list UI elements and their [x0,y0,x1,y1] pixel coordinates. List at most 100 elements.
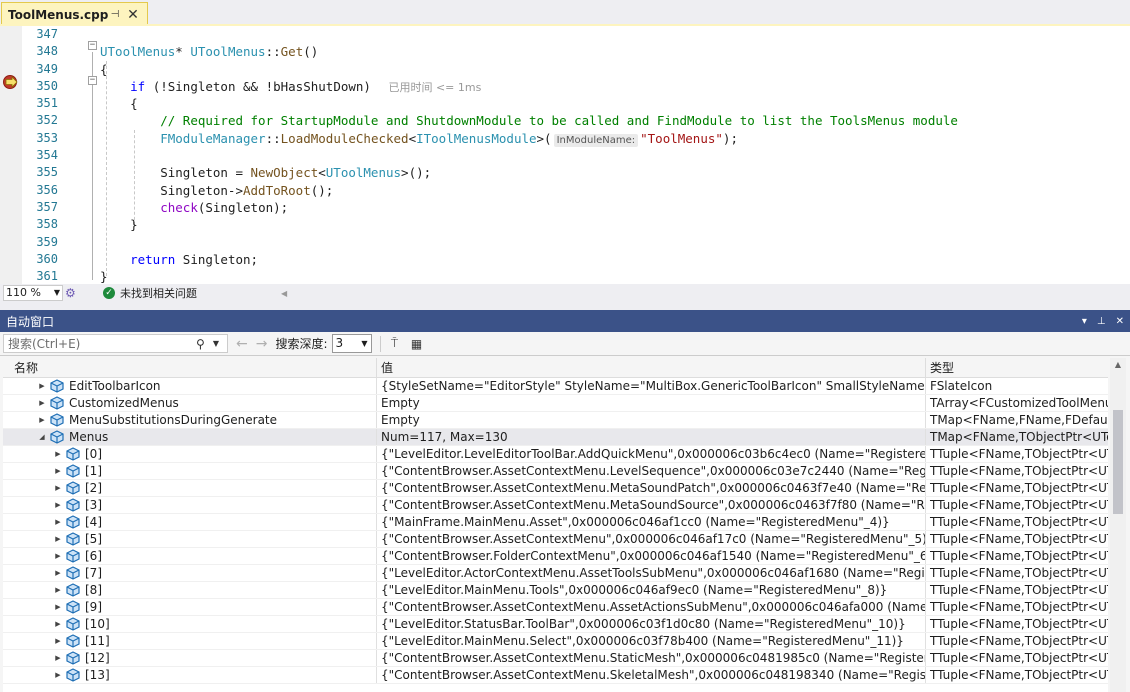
issues-status-text[interactable]: 未找到相关问题 [120,285,197,301]
variable-value[interactable]: {"ContentBrowser.AssetContextMenu.LevelS… [377,463,926,479]
expand-arrow-icon[interactable]: ▶ [53,650,63,666]
object-field-icon [66,532,80,546]
collapse-function-toggle[interactable]: − [88,41,97,50]
expand-arrow-icon[interactable]: ▶ [53,565,63,581]
column-header-name[interactable]: 名称 [3,358,377,378]
table-row[interactable]: ▶ EditToolbarIcon {StyleSetName="EditorSty… [3,378,1108,395]
table-row[interactable]: ◢ Menus Num=117, Max=130 TMap<FName,TObject… [3,429,1108,446]
object-field-icon [66,481,80,495]
line-number: 351 [36,96,58,111]
table-row[interactable]: ▶ [8] {"LevelEditor.MainMenu.Tools",0x0000… [3,582,1108,599]
table-row[interactable]: ▶ MenuSubstitutionsDuringGenerate Empty TMa… [3,412,1108,429]
collapse-if-block-toggle[interactable]: − [88,76,97,85]
expand-arrow-icon[interactable]: ▶ [53,480,63,496]
variable-name: [4] [85,514,102,529]
table-row[interactable]: ▶ [9] {"ContentBrowser.AssetContextMenu.As… [3,599,1108,616]
expand-arrow-icon[interactable]: ▶ [53,548,63,564]
expand-arrow-icon[interactable]: ▶ [53,531,63,547]
outlining-margin: − − [86,26,100,284]
variable-value[interactable]: {"LevelEditor.MainMenu.Tools",0x000006c0… [377,582,926,598]
variable-value[interactable]: {"ContentBrowser.FolderContextMenu",0x00… [377,548,926,564]
code-health-icon[interactable]: ⚙ [65,286,79,300]
expand-arrow-icon[interactable]: ▶ [37,378,47,394]
autos-window-header[interactable]: 自动窗口 ▾ ⊥ ✕ [0,310,1130,332]
line-number: 357 [36,199,58,214]
variable-value[interactable]: Empty [377,395,926,411]
expand-arrow-icon[interactable]: ▶ [53,633,63,649]
variable-value[interactable]: {"ContentBrowser.AssetContextMenu.AssetA… [377,599,926,615]
expand-arrow-icon[interactable]: ▶ [53,497,63,513]
column-header-value[interactable]: 值 [377,358,926,378]
expand-arrow-icon[interactable]: ▶ [53,514,63,530]
table-row[interactable]: ▶ [6] {"ContentBrowser.FolderContextMenu",… [3,548,1108,565]
variable-value[interactable]: {"LevelEditor.ActorContextMenu.AssetTool… [377,565,926,581]
autos-window: 自动窗口 ▾ ⊥ ✕ ⚲ ▼ ← → 搜索深度: 3 ▼ ⍑ ▦ 名称 值 类型… [0,310,1130,692]
table-row[interactable]: ▶ [13] {"ContentBrowser.AssetContextMenu.S… [3,667,1108,684]
variable-value[interactable]: {StyleSetName="EditorStyle" StyleName="M… [377,378,926,394]
table-row[interactable]: ▶ [0] {"LevelEditor.LevelEditorToolBar.Add… [3,446,1108,463]
variable-value[interactable]: Num=117, Max=130 [377,429,926,445]
table-row[interactable]: ▶ [2] {"ContentBrowser.AssetContextMenu.Me… [3,480,1108,497]
pin-to-source-icon[interactable]: ⍑ [387,336,403,351]
variable-value[interactable]: {"MainFrame.MainMenu.Asset",0x000006c046… [377,514,926,530]
variable-name: [0] [85,446,102,461]
expand-arrow-icon[interactable]: ▶ [53,616,63,632]
expand-arrow-icon[interactable]: ▶ [37,412,47,428]
expand-arrow-icon[interactable]: ▶ [53,599,63,615]
code-text-area[interactable]: UToolMenus* UToolMenus::Get() { if (!Sin… [100,26,1130,284]
pin-icon[interactable]: ⊣ [106,6,124,24]
variable-value[interactable]: {"ContentBrowser.AssetContextMenu.Skelet… [377,667,926,683]
expand-arrow-icon[interactable]: ▶ [53,667,63,683]
expand-arrow-icon[interactable]: ▶ [37,395,47,411]
expand-arrow-icon[interactable]: ▶ [53,463,63,479]
collapse-arrow-icon[interactable]: ◢ [37,429,47,445]
search-input[interactable] [4,335,196,352]
table-row[interactable]: ▶ [5] {"ContentBrowser.AssetContextMenu",0… [3,531,1108,548]
variable-value[interactable]: {"LevelEditor.MainMenu.Select",0x000006c… [377,633,926,649]
tab-toolmenus-cpp[interactable]: ToolMenus.cpp ⊣ ✕ [1,2,148,26]
search-box[interactable]: ⚲ ▼ [3,334,228,353]
table-row[interactable]: ▶ [4] {"MainFrame.MainMenu.Asset",0x000006… [3,514,1108,531]
view-format-icon[interactable]: ▦ [409,337,425,351]
variable-type: FSlateIcon [930,379,993,393]
scrollbar-thumb[interactable] [1113,410,1123,514]
search-depth-dropdown[interactable]: 3 ▼ [331,334,372,353]
expand-arrow-icon[interactable]: ▶ [53,582,63,598]
search-back-arrow-icon[interactable]: ← [236,336,248,352]
scroll-left-icon[interactable]: ◀ [281,289,287,298]
scroll-up-icon[interactable]: ▲ [1110,358,1126,372]
close-icon[interactable]: ✕ [1116,316,1124,327]
zoom-level-dropdown[interactable]: 110 % ▼ [3,285,63,301]
table-row[interactable]: ▶ [10] {"LevelEditor.StatusBar.ToolBar",0x… [3,616,1108,633]
glyph-margin[interactable] [0,26,22,284]
search-forward-arrow-icon[interactable]: → [256,336,268,352]
window-options-dropdown-icon[interactable]: ▾ [1082,316,1087,327]
code-editor[interactable]: 347 348 349 350 351 352 353 354 355 356 … [0,26,1130,284]
variable-value[interactable]: {"ContentBrowser.AssetContextMenu.Static… [377,650,926,666]
variable-value[interactable]: {"ContentBrowser.AssetContextMenu.MetaSo… [377,497,926,513]
perf-tip[interactable]: 已用时间 <= 1ms [388,81,481,94]
vertical-scrollbar[interactable]: ▲ [1110,358,1126,692]
chevron-down-icon[interactable]: ▼ [210,339,222,348]
close-icon[interactable]: ✕ [124,6,142,24]
expand-arrow-icon[interactable]: ▶ [53,446,63,462]
table-row[interactable]: ▶ [3] {"ContentBrowser.AssetContextMenu.Me… [3,497,1108,514]
variable-value[interactable]: {"ContentBrowser.AssetContextMenu",0x000… [377,531,926,547]
table-row[interactable]: ▶ [1] {"ContentBrowser.AssetContextMenu.Le… [3,463,1108,480]
variable-value[interactable]: Empty [377,412,926,428]
table-row[interactable]: ▶ [7] {"LevelEditor.ActorContextMenu.Asset… [3,565,1108,582]
name-cell: ▶ MenuSubstitutionsDuringGenerate [3,412,377,428]
table-row[interactable]: ▶ [11] {"LevelEditor.MainMenu.Select",0x00… [3,633,1108,650]
table-row[interactable]: ▶ CustomizedMenus Empty TArray<FCustomizedT… [3,395,1108,412]
variable-value[interactable]: {"ContentBrowser.AssetContextMenu.MetaSo… [377,480,926,496]
table-row[interactable]: ▶ [12] {"ContentBrowser.AssetContextMenu.S… [3,650,1108,667]
variable-value[interactable]: {"LevelEditor.StatusBar.ToolBar",0x00000… [377,616,926,632]
variable-name: EditToolbarIcon [69,378,161,393]
search-icon[interactable]: ⚲ [196,337,210,351]
column-header-type[interactable]: 类型 [926,358,1108,378]
panel-splitter[interactable] [0,302,1130,310]
variable-value[interactable]: {"LevelEditor.LevelEditorToolBar.AddQuic… [377,446,926,462]
pin-icon[interactable]: ⊥ [1097,316,1106,327]
object-field-icon [66,600,80,614]
